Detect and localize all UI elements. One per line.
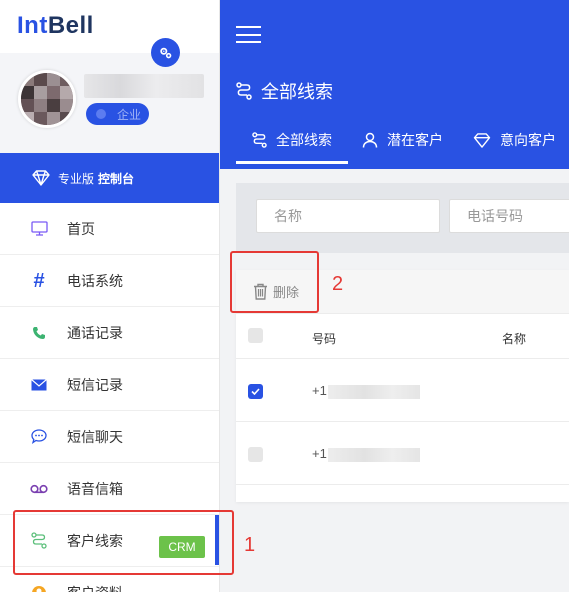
person-icon [362,132,378,148]
name-filter-input[interactable]: 名称 [256,199,440,233]
nav-item-sms-chat[interactable]: 短信聊天 [0,411,219,463]
nav-item-sms-records[interactable]: 短信记录 [0,359,219,411]
account-type-label: 企业 [117,107,142,122]
tab-potential-customers[interactable]: 潜在客户 [362,130,443,164]
account-type-badge: 企业 [86,103,149,125]
nav-label: 短信聊天 [67,428,123,445]
row-checkbox[interactable] [248,447,263,462]
brand-logo-int: Int [17,12,48,39]
phone-filter-input[interactable]: 电话号码 [449,199,569,233]
annotation-box-1 [13,510,234,575]
annotation-number-1: 1 [244,534,256,556]
tab-intended-customers[interactable]: 意向客户 [473,130,556,164]
nav-label: 客户资料 [67,583,123,592]
phone-icon [30,324,48,342]
route-icon [252,132,267,148]
row-number-prefix: +1 [312,446,327,461]
tab-label: 全部线索 [276,132,332,148]
nav-item-home[interactable]: 首页 [0,203,219,255]
hash-icon: # [33,269,45,292]
nav-label: 首页 [67,220,95,237]
column-header-name: 名称 [502,332,527,346]
nav-item-phone-system[interactable]: # 电话系统 [0,255,219,307]
tab-all-leads[interactable]: 全部线索 [236,130,348,164]
person-icon [30,584,48,592]
envelope-icon [30,376,48,394]
phone-number-redacted [328,385,420,399]
annotation-number-2: 2 [332,273,344,295]
table-row[interactable]: +1 [236,359,569,422]
monitor-icon [30,220,48,238]
nav-label: 语音信箱 [67,480,123,497]
user-name-redacted [84,74,204,98]
annotation-box-2 [230,251,319,313]
filter-panel: 名称 电话号码 [236,183,569,253]
chat-bubble-icon [30,428,48,446]
console-label: 控制台 [98,171,135,186]
badge-dot-icon [96,109,106,119]
tab-label: 潜在客户 [387,132,443,148]
sidebar: IntBell 企业 专业版 控制台 首页 # 电话系统 通话记录 短信记录 短… [0,0,220,592]
route-icon [236,82,252,100]
nav-label: 通话记录 [67,324,123,341]
nav-label: 短信记录 [67,376,123,393]
top-header: 全部线索 全部线索 潜在客户 意向客户 [220,0,569,169]
lead-tabs: 全部线索 潜在客户 意向客户 [236,130,569,164]
brand-logo-bell: Bell [47,12,94,39]
page-title: 全部线索 [236,78,333,104]
brand-logo[interactable]: IntBell [17,12,94,40]
diamond-icon [473,132,491,148]
hamburger-menu-icon[interactable] [236,26,261,43]
row-number-prefix: +1 [312,383,327,398]
nav-label: 电话系统 [67,272,123,289]
pro-label: 专业版 [58,171,95,186]
profile-panel: 企业 [0,53,219,153]
voicemail-icon [30,480,48,498]
tab-label: 意向客户 [500,132,556,148]
settings-gear-icon[interactable] [151,38,180,67]
page-title-text: 全部线索 [261,82,333,102]
row-checkbox-checked[interactable] [248,384,263,399]
table-header: 号码 名称 [236,314,569,359]
avatar[interactable] [18,70,76,128]
nav-item-call-records[interactable]: 通话记录 [0,307,219,359]
phone-number-redacted [328,448,420,462]
column-header-number: 号码 [312,332,337,346]
table-row[interactable]: +1 [236,422,569,485]
nav-item-voicemail[interactable]: 语音信箱 [0,463,219,515]
select-all-checkbox[interactable] [248,328,263,343]
diamond-icon [32,170,50,186]
pro-console-bar[interactable]: 专业版 控制台 [0,153,219,203]
